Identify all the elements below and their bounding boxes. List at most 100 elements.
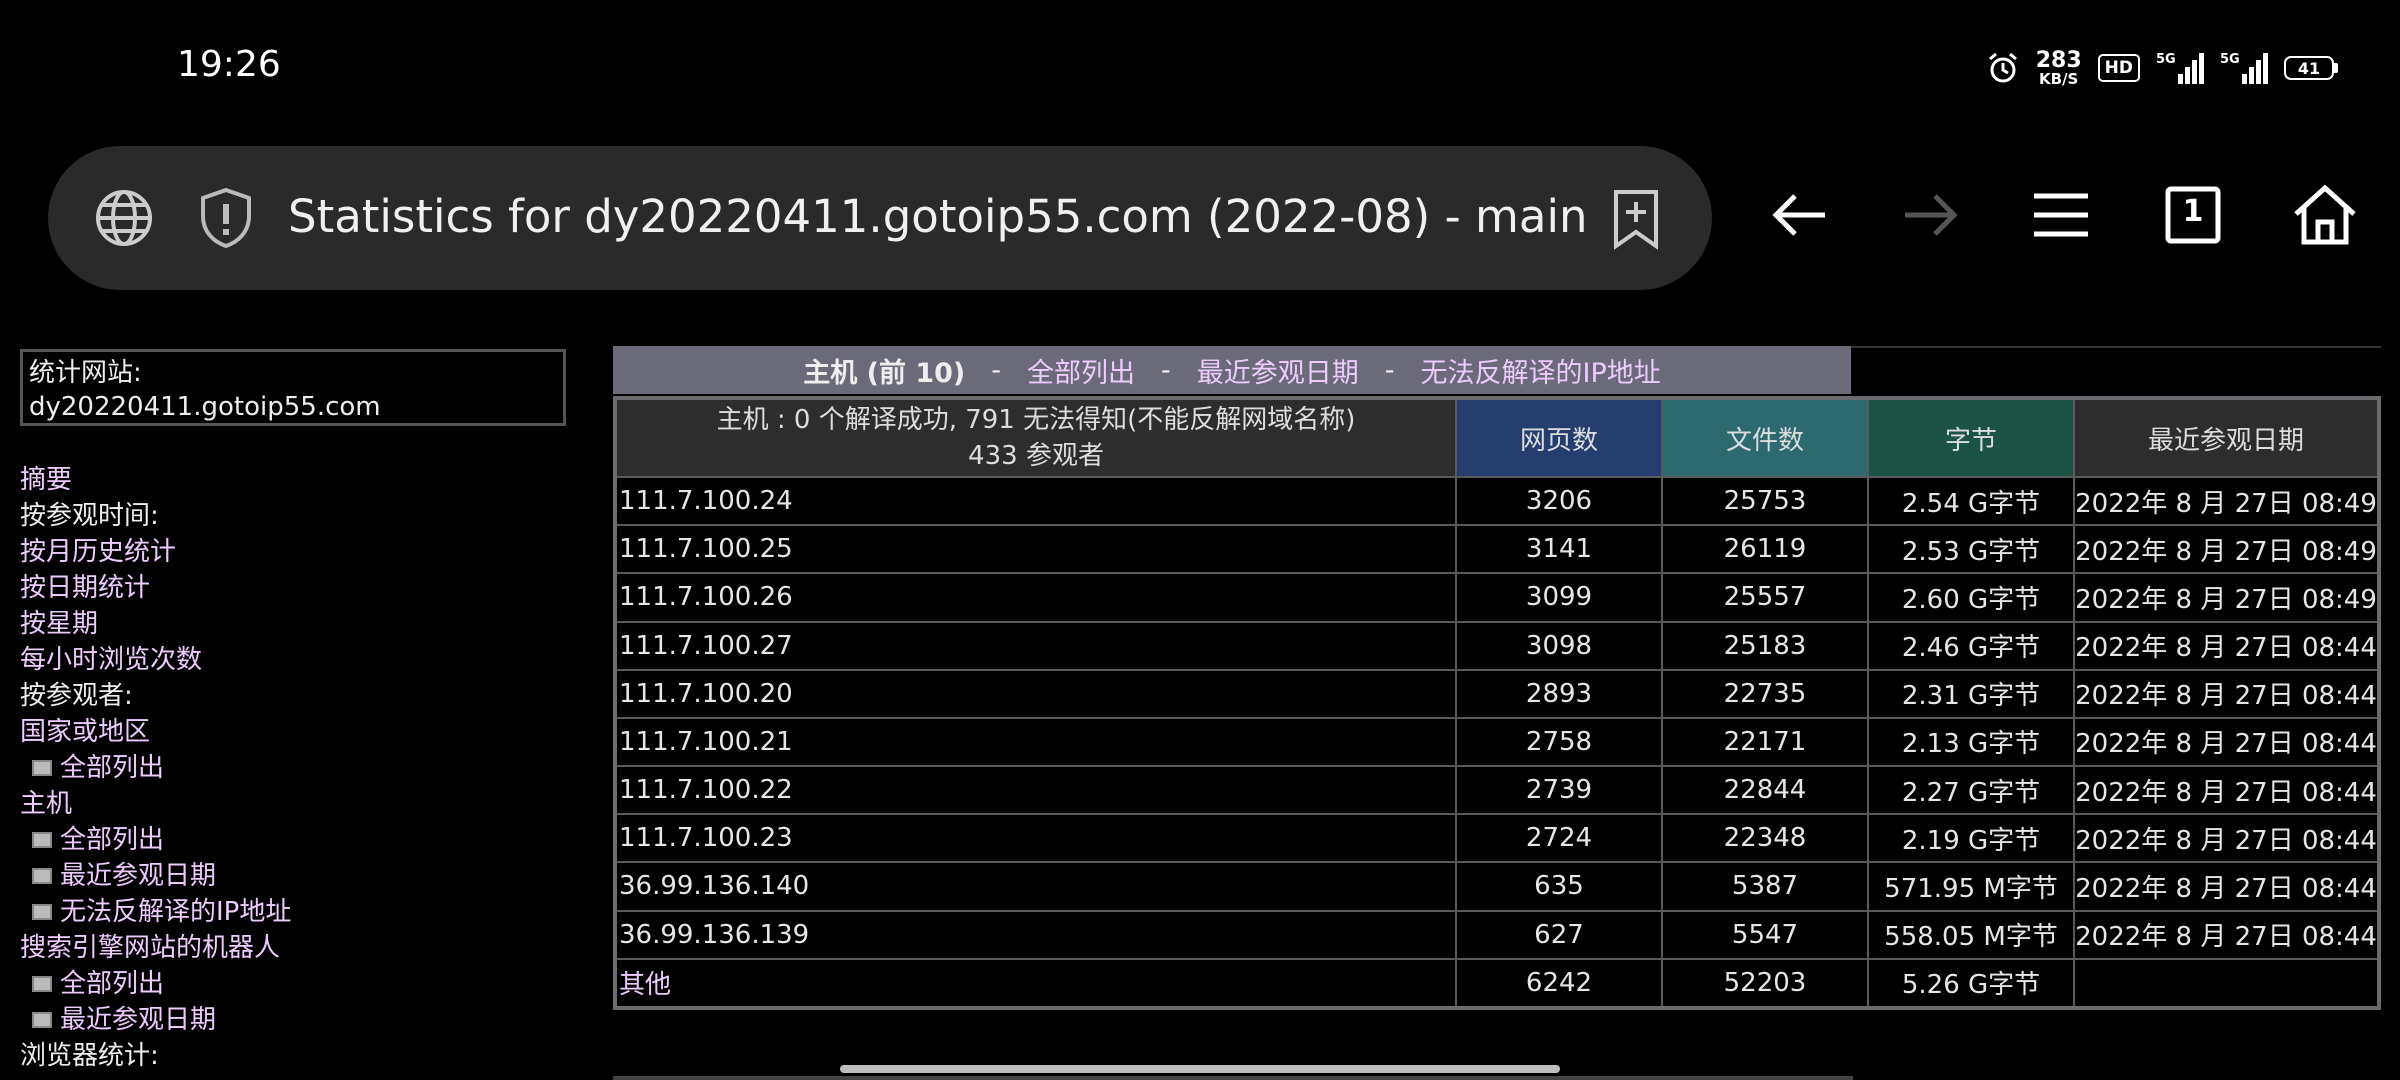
sidebar-subitem[interactable]: 全部列出 [20,750,291,786]
section-header: 主机 (前 10) - 全部列出 - 最近参观日期 - 无法反解译的IP地址 [613,346,1851,394]
sidebar-item[interactable]: 按月历史统计 [20,534,291,570]
cell-pages: 3099 [1455,572,1663,623]
table-row: 111.7.100.23 2724 22348 2.19 G字节 2022年 8 月 2… [614,813,2380,864]
site-info-box: 统计网站: dy20220411.gotoip55.com [20,349,566,426]
cell-host: 36.99.136.140 [614,861,1457,912]
cell-files: 25557 [1661,572,1869,623]
table-row: 111.7.100.27 3098 25183 2.46 G字节 2022年 8 月 2… [614,620,2380,671]
list-icon [32,868,52,884]
shield-icon[interactable] [198,186,254,250]
cell-pages: 3141 [1455,524,1663,575]
cell-pages: 2724 [1455,813,1663,864]
table-row: 111.7.100.26 3099 25557 2.60 G字节 2022年 8 月 2… [614,572,2380,623]
table-row: 36.99.136.140 635 5387 571.95 M字节 2022年 8 月 … [614,861,2380,912]
sidebar-heading: 按参观者: [20,681,133,711]
cell-date: 2022年 8 月 27日 08:49 [2073,524,2380,575]
cell-files: 22844 [1661,765,1869,816]
cell-date: 2022年 8 月 27日 08:44 [2073,861,2380,912]
sidebar-item[interactable]: 摘要 [20,462,291,498]
cell-pages: 3098 [1455,620,1663,671]
header-last-visit: 最近参观日期 [2073,397,2380,478]
alarm-icon [1988,52,2017,83]
cell-bytes: 2.46 G字节 [1867,620,2075,671]
signal-icon: 5G [2220,52,2268,84]
cell-files: 25753 [1661,475,1869,527]
sidebar-item[interactable]: 主机 [20,786,291,822]
bookmark-add-icon[interactable] [1608,188,1664,250]
table-row: 111.7.100.21 2758 22171 2.13 G字节 2022年 8 月 2… [614,716,2380,768]
cell-files: 25183 [1661,620,1869,671]
cell-bytes: 2.19 G字节 [1867,813,2075,864]
globe-icon[interactable] [94,188,154,248]
clock: 19:26 [177,44,281,85]
horizontal-scroll-track [613,1076,1853,1080]
address-bar[interactable]: Statistics for dy20220411.gotoip55.com (… [48,146,1712,290]
page-title[interactable]: Statistics for dy20220411.gotoip55.com (… [288,190,1587,243]
cell-bytes: 571.95 M字节 [1867,861,2075,912]
status-icons: 283 KB/S HD 5G 5G 41 [1986,44,2338,92]
cell-date [2073,957,2380,1010]
sidebar-subitem[interactable]: 最近参观日期 [20,858,291,894]
cell-pages: 2739 [1455,765,1663,816]
link-unresolved-ip[interactable]: 无法反解译的IP地址 [1421,351,1661,390]
table-row: 36.99.136.139 627 5547 558.05 M字节 2022年 8 月 … [614,909,2380,960]
table-header-row: 主机 : 0 个解译成功, 791 无法得知(不能反解网域名称) 433 参观者… [614,397,2380,478]
cell-pages: 3206 [1455,475,1663,527]
link-last-visit[interactable]: 最近参观日期 [1197,351,1359,390]
forward-arrow-icon[interactable] [1895,180,1965,250]
sidebar-subitem[interactable]: 最近参观日期 [20,1002,291,1038]
cell-host: 111.7.100.21 [614,716,1457,768]
sidebar-item[interactable]: 国家或地区 [20,714,291,750]
cell-host: 111.7.100.27 [614,620,1457,671]
cell-bytes: 2.54 G字节 [1867,475,2075,527]
menu-icon[interactable] [2026,180,2096,250]
cell-date: 2022年 8 月 27日 08:44 [2073,668,2380,719]
header-pages: 网页数 [1455,397,1663,478]
sidebar-subitem[interactable]: 全部列出 [20,966,291,1002]
cell-date: 2022年 8 月 27日 08:44 [2073,765,2380,816]
list-icon [32,1012,52,1028]
home-icon[interactable] [2290,180,2360,250]
cell-host: 111.7.100.24 [614,475,1457,527]
cell-pages: 635 [1455,861,1663,912]
cell-host: 111.7.100.20 [614,668,1457,719]
sidebar-menu: 摘要 按参观时间: 按月历史统计 按日期统计 按星期 每小时浏览次数 按参观者: 国家或地区全… [20,462,291,1074]
table-row: 111.7.100.22 2739 22844 2.27 G字节 2022年 8 月 2… [614,765,2380,816]
sidebar-subitem[interactable]: 无法反解译的IP地址 [20,894,291,930]
sidebar-item[interactable]: 搜索引擎网站的机器人 [20,930,291,966]
cell-host: 111.7.100.25 [614,524,1457,575]
cell-date: 2022年 8 月 27日 08:44 [2073,813,2380,864]
battery-icon: 41 [2284,56,2338,80]
sidebar-item[interactable]: 按星期 [20,606,291,642]
list-icon [32,760,52,776]
cell-bytes: 2.27 G字节 [1867,765,2075,816]
cell-files: 5387 [1661,861,1869,912]
tabs-button[interactable]: 1 [2158,180,2228,250]
sidebar-item[interactable]: 每小时浏览次数 [20,642,291,678]
sidebar-heading: 浏览器统计: [20,1041,159,1071]
cell-files: 26119 [1661,524,1869,575]
horizontal-scrollbar[interactable] [840,1065,1560,1073]
sidebar-item[interactable]: 按日期统计 [20,570,291,606]
back-arrow-icon[interactable] [1765,180,1835,250]
list-icon [32,904,52,920]
header-files: 文件数 [1661,397,1869,478]
cell-bytes: 558.05 M字节 [1867,909,2075,960]
cell-files: 22171 [1661,716,1869,768]
cell-bytes: 2.13 G字节 [1867,716,2075,768]
link-list-all[interactable]: 全部列出 [1027,351,1135,390]
header-bytes: 字节 [1867,397,2075,478]
cell-pages: 2893 [1455,668,1663,719]
section-title: 主机 (前 10) [803,357,966,389]
sidebar-subitem[interactable]: 全部列出 [20,822,291,858]
table-row: 111.7.100.24 3206 25753 2.54 G字节 2022年 8 月 2… [614,475,2380,527]
cell-host[interactable]: 其他 [614,957,1457,1010]
hosts-table: 主机 : 0 个解译成功, 791 无法得知(不能反解网域名称) 433 参观者… [613,396,2381,1010]
cell-files: 22735 [1661,668,1869,719]
cell-files: 5547 [1661,909,1869,960]
cell-pages: 2758 [1455,716,1663,768]
sidebar-heading: 按参观时间: [20,501,159,531]
network-speed: 283 KB/S [2035,47,2082,88]
signal-icon: 5G [2156,52,2204,84]
cell-host: 36.99.136.139 [614,909,1457,960]
